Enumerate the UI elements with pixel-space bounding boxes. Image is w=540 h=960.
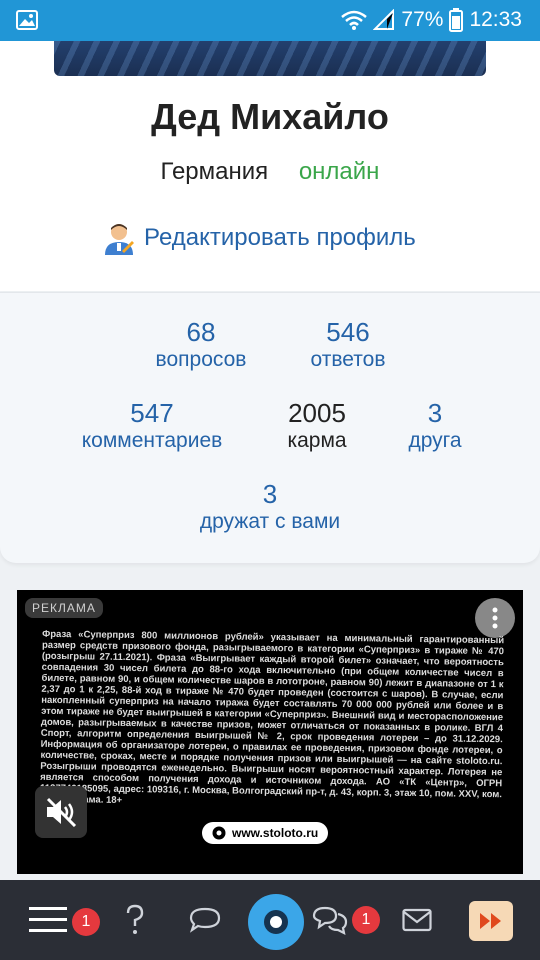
stat-answers[interactable]: 546 ответов xyxy=(298,317,398,372)
stat-friends-label: друга xyxy=(408,429,462,452)
profile-country: Германия xyxy=(160,158,269,185)
chats-icon xyxy=(312,906,348,935)
stat-comments-value: 547 xyxy=(130,398,174,428)
ad-video[interactable]: РЕКЛАМА Фраза «Суперприз 800 миллионов р… xyxy=(17,590,523,874)
ad-more-button[interactable] xyxy=(475,598,515,638)
stat-answers-value: 546 xyxy=(326,317,370,347)
fast-forward-button[interactable] xyxy=(469,901,513,941)
stat-friends[interactable]: 3 друга xyxy=(395,398,475,453)
profile-stats: 68 вопросов 546 ответов 547 комментариев… xyxy=(0,292,540,563)
menu-badge: 1 xyxy=(72,908,100,936)
person-edit-icon xyxy=(105,224,134,255)
wifi-icon xyxy=(341,10,368,30)
edit-profile-link[interactable]: Редактировать профиль xyxy=(102,221,416,255)
answer-button[interactable] xyxy=(185,902,225,938)
clock: 12:33 xyxy=(469,8,522,31)
fast-forward-icon xyxy=(480,913,501,929)
stoloto-logo-icon xyxy=(212,826,226,840)
stat-karma-value: 2005 xyxy=(288,398,346,428)
profile-card: Дед Михайло Германия онлайн Редактироват… xyxy=(0,41,540,291)
signal-icon xyxy=(373,9,395,30)
stat-friends-of-value: 3 xyxy=(262,479,278,509)
chats-button[interactable] xyxy=(310,902,350,938)
stat-karma: 2005 карма xyxy=(272,398,362,453)
ad-legal-text: Фраза «Суперприз 800 миллионов рублей» у… xyxy=(40,628,505,806)
online-status: онлайн xyxy=(298,158,380,185)
question-icon xyxy=(126,904,144,934)
more-vertical-icon xyxy=(492,607,498,629)
profile-cover-image[interactable] xyxy=(54,41,486,76)
questions-button[interactable] xyxy=(115,902,155,938)
stat-karma-label: карма xyxy=(287,429,347,452)
target-icon xyxy=(264,910,288,934)
status-bar: 77% 12:33 xyxy=(0,0,540,41)
gallery-notification-icon xyxy=(16,10,38,30)
bottom-navigation: 1 1 xyxy=(0,880,540,960)
stat-questions-label: вопросов xyxy=(155,348,247,371)
stat-questions[interactable]: 68 вопросов xyxy=(140,317,262,372)
battery-percent: 77% xyxy=(401,8,444,31)
ad-site-url: www.stoloto.ru xyxy=(232,826,319,840)
battery-icon xyxy=(449,8,464,32)
chat-bubble-icon xyxy=(189,907,221,933)
mute-button[interactable] xyxy=(35,786,87,838)
envelope-icon xyxy=(402,908,432,932)
volume-muted-icon xyxy=(46,797,77,827)
ad-badge: РЕКЛАМА xyxy=(25,598,103,618)
stat-comments[interactable]: 547 комментариев xyxy=(66,398,238,453)
ad-site-pill: www.stoloto.ru xyxy=(202,822,329,844)
stat-friends-of-label: дружат с вами xyxy=(199,510,341,533)
profile-name: Дед Михайло xyxy=(151,96,389,137)
stat-questions-value: 68 xyxy=(186,317,216,347)
hamburger-menu-icon xyxy=(29,907,67,932)
home-center-button[interactable] xyxy=(248,894,304,950)
stat-friends-value: 3 xyxy=(427,398,443,428)
stat-friends-of[interactable]: 3 дружат с вами xyxy=(180,479,360,534)
stat-comments-label: комментариев xyxy=(81,429,223,452)
stat-answers-label: ответов xyxy=(310,348,386,371)
chats-badge: 1 xyxy=(352,906,380,934)
edit-profile-label: Редактировать профиль xyxy=(144,224,416,251)
profile-meta: Германия онлайн xyxy=(0,158,540,186)
messages-button[interactable] xyxy=(397,902,437,938)
menu-button[interactable] xyxy=(28,902,68,938)
